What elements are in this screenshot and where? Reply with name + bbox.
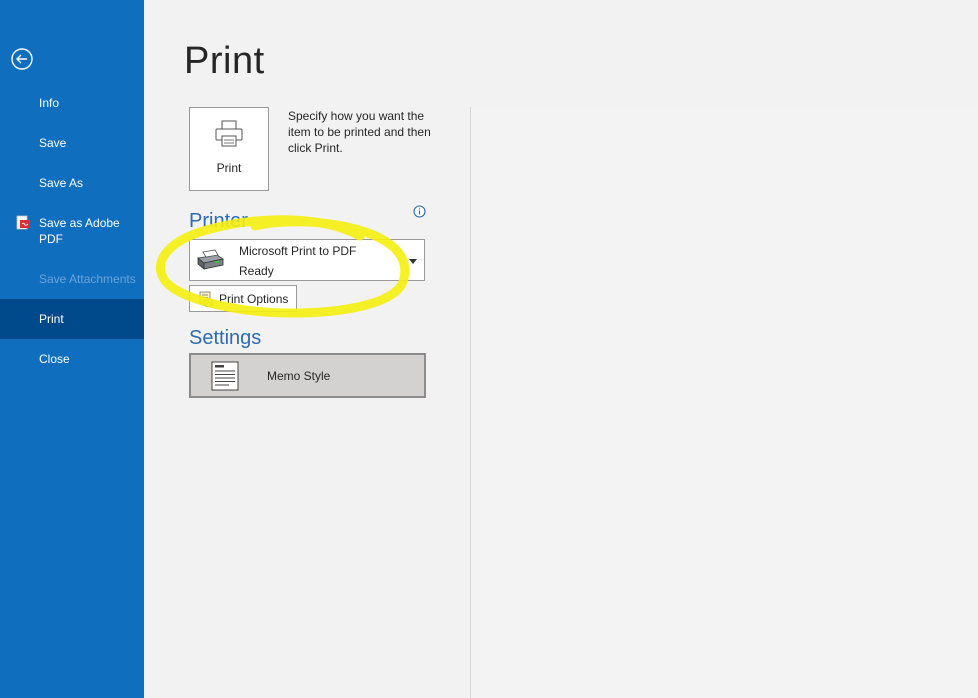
sidebar-item-label: Save As: [39, 176, 84, 190]
chevron-down-icon: [409, 259, 417, 264]
printer-device-icon: [197, 249, 225, 270]
sidebar-item-label: Save: [39, 136, 67, 150]
sidebar-item-info[interactable]: Info: [0, 83, 144, 123]
backstage-sidebar: Info Save Save As Save as Adobe PDF Save…: [0, 0, 144, 698]
back-arrow-icon: [11, 48, 33, 70]
sidebar-item-label: Info: [39, 96, 60, 110]
print-style-selector[interactable]: Memo Style: [189, 353, 426, 398]
print-style-label: Memo Style: [267, 369, 331, 383]
printer-name: Microsoft Print to PDF: [239, 244, 357, 258]
sidebar-item-save-as[interactable]: Save As: [0, 163, 144, 203]
sidebar-item-save-attachments: Save Attachments: [0, 259, 144, 299]
settings-heading: Settings: [189, 327, 262, 349]
print-preview-area: [471, 107, 978, 698]
sidebar-item-label: Save as Adobe PDF: [39, 216, 120, 246]
sidebar-item-label: Save Attachments: [39, 272, 136, 286]
sidebar-item-save[interactable]: Save: [0, 123, 144, 163]
print-button[interactable]: Print: [189, 107, 269, 191]
print-button-label: Print: [216, 161, 242, 175]
print-description: Specify how you want the item to be prin…: [288, 109, 431, 155]
back-button[interactable]: [10, 47, 34, 71]
printer-status: Ready: [239, 264, 274, 278]
page-title: Print: [184, 40, 265, 82]
printer-icon: [215, 120, 243, 147]
sidebar-item-save-as-adobe-pdf[interactable]: Save as Adobe PDF: [0, 200, 144, 250]
memo-style-icon: [211, 361, 239, 391]
info-icon[interactable]: [413, 205, 426, 218]
sidebar-item-label: Close: [39, 352, 70, 366]
printer-heading: Printer: [189, 210, 248, 232]
printer-dropdown[interactable]: Microsoft Print to PDF Ready: [189, 239, 425, 281]
sidebar-item-label: Print: [39, 312, 64, 326]
sidebar-item-close[interactable]: Close: [0, 339, 144, 379]
adobe-pdf-icon: [16, 215, 30, 230]
print-options-icon: [199, 291, 214, 307]
print-options-label: Print Options: [219, 292, 289, 306]
print-options-button[interactable]: Print Options: [189, 285, 297, 312]
sidebar-item-print[interactable]: Print: [0, 299, 144, 339]
